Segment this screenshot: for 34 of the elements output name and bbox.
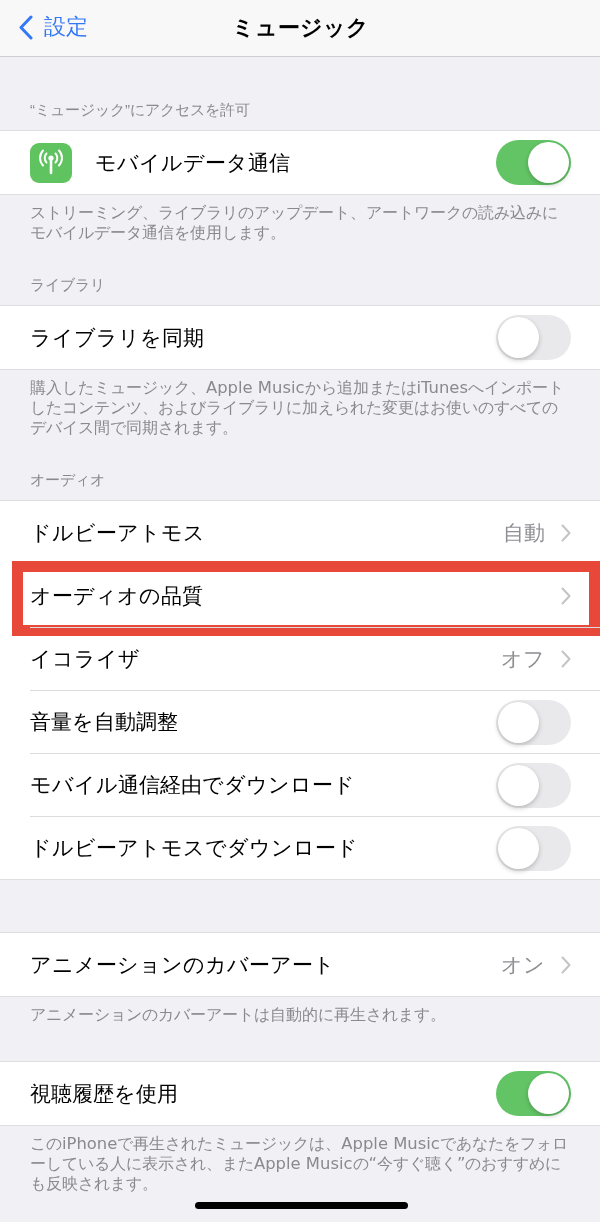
section-footer: ストリーミング、ライブラリのアップデート、アートワークの読み込みにモバイルデータ通信を使用します。 — [0, 195, 600, 247]
back-chevron-icon — [18, 14, 33, 40]
section-header: “ミュージック”にアクセスを許可 — [29, 100, 251, 120]
setting-value: 自動 — [503, 519, 545, 546]
setting-label[interactable]: アニメーションのカバーアート — [30, 950, 501, 979]
chevron-right-icon — [561, 523, 571, 542]
setting-label: ライブラリを同期 — [30, 324, 205, 351]
section-footer: 購入したミュージック、Apple Musicから追加またはiTunesへインポートしたコンテンツ、およびライブラリに加えられた変更はお使いのすべてのデバイス間で同期されます。 — [0, 370, 600, 442]
setting-label: モバイル通信経由でダウンロード — [30, 772, 356, 798]
toggle-switch[interactable] — [496, 1071, 571, 1116]
toggle-switch[interactable] — [496, 762, 571, 808]
setting-label[interactable]: イコライザ — [30, 645, 501, 673]
chevron-right-icon — [561, 955, 571, 974]
back-button[interactable]: 設定 — [18, 10, 88, 44]
setting-label: 音量を自動調整 — [30, 709, 179, 735]
toggle-switch[interactable] — [496, 140, 571, 185]
toggle-switch[interactable] — [496, 825, 571, 871]
setting-label[interactable]: オーディオの品質 — [30, 582, 545, 610]
setting-label: 視聴履歴を使用 — [30, 1080, 179, 1107]
section-footer: アニメーションのカバーアートは自動的に再生されます。 — [0, 997, 600, 1029]
section-header: ライブラリ — [29, 275, 106, 295]
toggle-switch[interactable] — [496, 315, 571, 360]
setting-label: モバイルデータ通信 — [95, 149, 291, 176]
setting-label: ドルビーアトモスでダウンロード — [30, 835, 359, 861]
antenna-icon — [30, 142, 72, 183]
setting-value: オン — [501, 951, 545, 978]
chevron-right-icon — [561, 587, 571, 605]
section-footer: このiPhoneで再生されたミュージックは、Apple Musicであなたをフォローしている人に表示され、またApple Musicの“今すぐ聴く”のおすすめにも反映されます。 — [0, 1126, 600, 1198]
setting-value: オフ — [501, 646, 545, 672]
toggle-switch[interactable] — [496, 699, 571, 745]
section-header: オーディオ — [29, 470, 106, 490]
setting-label[interactable]: ドルビーアトモス — [30, 518, 503, 547]
chevron-right-icon — [561, 650, 571, 668]
nav-title: ミュージック — [231, 14, 369, 42]
